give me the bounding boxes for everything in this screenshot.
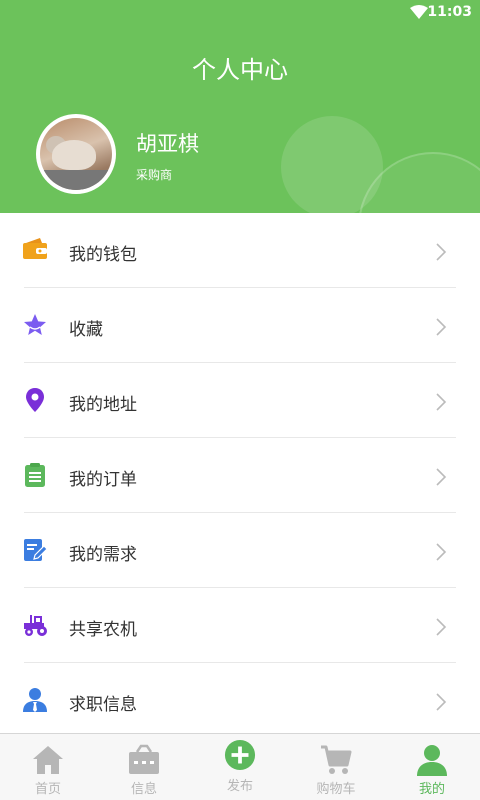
menu-item-job-info[interactable]: 求职信息	[0, 663, 480, 738]
menu-item-label: 我的地址	[69, 395, 137, 415]
menu-item-orders[interactable]: 我的订单	[0, 438, 480, 513]
user-name: 胡亚棋	[136, 132, 199, 156]
tab-home[interactable]: 首页	[0, 734, 96, 800]
clipboard-icon	[25, 463, 45, 487]
chevron-right-icon	[436, 243, 447, 261]
menu-item-label: 我的需求	[69, 545, 137, 565]
tab-messages[interactable]: 信息	[96, 734, 192, 800]
tab-label: 信息	[130, 782, 157, 797]
menu-item-shared-machinery[interactable]: 共享农机	[0, 588, 480, 663]
add-circle-icon	[224, 739, 256, 771]
menu-item-wallet[interactable]: 我的钱包	[0, 213, 480, 288]
wallet-icon	[23, 238, 47, 259]
tab-publish[interactable]: 发布	[192, 734, 288, 800]
menu-item-address[interactable]: 我的地址	[0, 363, 480, 438]
bottom-tab-bar: 首页 信息 发布 购物车 我的	[0, 733, 480, 800]
chevron-right-icon	[436, 543, 447, 561]
tab-label: 首页	[34, 782, 61, 797]
menu-item-favorites[interactable]: 收藏	[0, 288, 480, 363]
page-title: 个人中心	[192, 56, 288, 84]
cart-icon	[321, 745, 352, 774]
wifi-icon	[410, 5, 428, 19]
tab-label: 购物车	[316, 782, 356, 797]
tab-cart[interactable]: 购物车	[288, 734, 384, 800]
menu-item-label: 我的钱包	[69, 245, 137, 265]
menu-item-label: 求职信息	[69, 695, 137, 715]
menu-item-label: 共享农机	[69, 620, 137, 640]
chevron-right-icon	[436, 468, 447, 486]
status-time: 11:03	[427, 4, 472, 20]
status-bar: 11:03	[0, 0, 480, 24]
menu-item-demands[interactable]: 我的需求	[0, 513, 480, 588]
chevron-right-icon	[436, 393, 447, 411]
edit-document-icon	[24, 539, 48, 561]
avatar-photo	[40, 118, 112, 190]
user-role: 采购商	[136, 168, 173, 182]
tab-label: 我的	[418, 782, 445, 797]
person-tie-icon	[23, 688, 47, 712]
tab-label: 发布	[226, 779, 253, 794]
tab-mine[interactable]: 我的	[384, 734, 480, 800]
menu-item-label: 我的订单	[69, 470, 137, 490]
profile-header: 11:03 个人中心 胡亚棋 采购商	[0, 0, 480, 213]
location-pin-icon	[26, 388, 44, 412]
chevron-right-icon	[436, 318, 447, 336]
chevron-right-icon	[436, 618, 447, 636]
menu-list: 我的钱包 收藏 我的地址 我的订单 我的需求 共享农机 求职信息	[0, 213, 480, 738]
home-icon	[33, 746, 63, 774]
message-icon	[129, 744, 159, 774]
tractor-icon	[24, 615, 47, 636]
star-icon	[24, 314, 46, 335]
chevron-right-icon	[436, 693, 447, 711]
user-icon	[417, 745, 447, 776]
menu-item-label: 收藏	[69, 320, 103, 340]
avatar[interactable]	[36, 114, 116, 194]
